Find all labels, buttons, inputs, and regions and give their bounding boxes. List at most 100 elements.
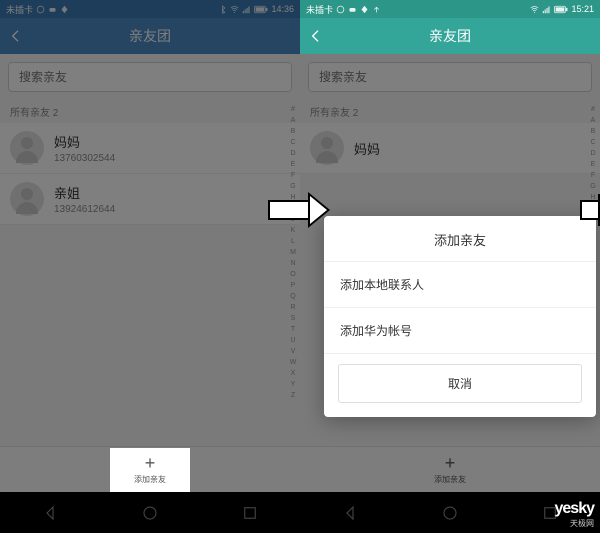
index-letter[interactable]: T [288,324,298,335]
bottom-bar: + 添加亲友 [0,446,300,492]
contact-phone: 13924612644 [54,204,290,215]
section-label: 所有亲友 2 [0,100,300,123]
arrow-annotation-2 [580,194,600,226]
search-input[interactable] [308,62,592,92]
status-bar: 未插卡 15:21 [300,0,600,18]
index-letter[interactable]: S [288,313,298,324]
cloud-icon [348,5,357,14]
index-letter[interactable]: Y [288,379,298,390]
carrier-text: 未插卡 [6,3,33,16]
wifi-icon [530,5,539,14]
index-letter[interactable]: C [288,137,298,148]
index-letter[interactable]: G [588,181,598,192]
dialog-title: 添加亲友 [324,216,596,262]
index-letter[interactable]: F [588,170,598,181]
index-letter[interactable]: P [288,280,298,291]
index-letter[interactable]: A [288,115,298,126]
index-letter[interactable]: K [288,225,298,236]
index-letter[interactable]: W [288,357,298,368]
back-icon[interactable] [308,28,324,44]
signal-icon [542,5,551,14]
bottom-bar: + 添加亲友 [300,446,600,492]
page-title: 亲友团 [129,26,171,46]
huawei-icon [360,5,369,14]
watermark: yesky 天极网 [555,500,595,529]
nav-home-icon[interactable] [441,504,459,522]
avatar [10,131,44,165]
sync-icon [336,5,345,14]
battery-icon [254,5,268,14]
contact-phone: 13760302544 [54,153,290,164]
nav-bar [0,492,300,533]
index-letter[interactable]: O [288,269,298,280]
content-area: 所有亲友 2 妈妈 13760302544 亲姐 13924612644 #AB… [0,54,300,492]
signal-icon [242,5,251,14]
arrow-annotation [268,194,330,226]
dialog-cancel-button[interactable]: 取消 [338,364,582,403]
nav-back-icon[interactable] [41,504,59,522]
index-letter[interactable]: B [588,126,598,137]
dialog-add-huawei[interactable]: 添加华为帐号 [324,308,596,354]
index-letter[interactable]: R [288,302,298,313]
index-letter[interactable]: N [288,258,298,269]
title-bar: 亲友团 [300,18,600,54]
section-label: 所有亲友 2 [300,100,600,123]
index-letter[interactable]: Z [288,390,298,401]
index-letter[interactable]: # [588,104,598,115]
time-text: 15:21 [571,4,594,14]
nav-recent-icon[interactable] [241,504,259,522]
huawei-icon [60,5,69,14]
index-letter[interactable]: D [588,148,598,159]
contact-row[interactable]: 亲姐 13924612644 [0,174,300,225]
contact-name: 妈妈 [354,139,590,158]
avatar [310,131,344,165]
phone-left: 未插卡 14:36 亲友团 所有亲友 2 [0,0,300,533]
index-letter[interactable]: E [588,159,598,170]
back-icon[interactable] [8,28,24,44]
wifi-icon [230,5,239,14]
index-letter[interactable]: M [288,247,298,258]
status-bar: 未插卡 14:36 [0,0,300,18]
index-letter[interactable]: X [288,368,298,379]
index-letter[interactable]: U [288,335,298,346]
contact-row[interactable]: 妈妈 13760302544 [0,123,300,174]
bluetooth-icon [218,5,227,14]
page-title: 亲友团 [429,26,471,46]
search-input[interactable] [8,62,292,92]
add-friend-button[interactable]: + 添加亲友 [410,448,490,492]
index-letter[interactable]: F [288,170,298,181]
avatar [10,182,44,216]
index-letter[interactable]: B [288,126,298,137]
title-bar: 亲友团 [0,18,300,54]
add-label: 添加亲友 [134,474,166,485]
index-letter[interactable]: A [588,115,598,126]
index-letter[interactable]: Q [288,291,298,302]
index-letter[interactable]: L [288,236,298,247]
battery-icon [554,5,568,14]
nav-back-icon[interactable] [341,504,359,522]
contact-name: 亲姐 [54,183,290,202]
nav-home-icon[interactable] [141,504,159,522]
add-friend-dialog: 添加亲友 添加本地联系人 添加华为帐号 取消 [324,216,596,417]
index-bar[interactable]: #ABCDEFGHIJKLMNOPQRSTUVWXYZ [288,104,298,401]
carrier-text: 未插卡 [306,3,333,16]
plus-icon: + [445,454,456,472]
contact-name: 妈妈 [54,132,290,151]
add-label: 添加亲友 [434,474,466,485]
add-friend-button[interactable]: + 添加亲友 [110,448,190,492]
index-letter[interactable]: # [288,104,298,115]
dialog-add-local[interactable]: 添加本地联系人 [324,262,596,308]
index-letter[interactable]: V [288,346,298,357]
sync-icon [36,5,45,14]
phone-right: 未插卡 15:21 亲友团 所有亲友 2 [300,0,600,533]
time-text: 14:36 [271,4,294,14]
index-letter[interactable]: G [288,181,298,192]
index-letter[interactable]: C [588,137,598,148]
index-letter[interactable]: D [288,148,298,159]
index-letter[interactable]: E [288,159,298,170]
content-area: 所有亲友 2 妈妈 #ABCDEFGHIJKLMNOPQRSTUVWXYZ 添加… [300,54,600,492]
cloud-icon [48,5,57,14]
contact-row[interactable]: 妈妈 [300,123,600,174]
plus-icon: + [145,454,156,472]
upload-icon [372,5,381,14]
